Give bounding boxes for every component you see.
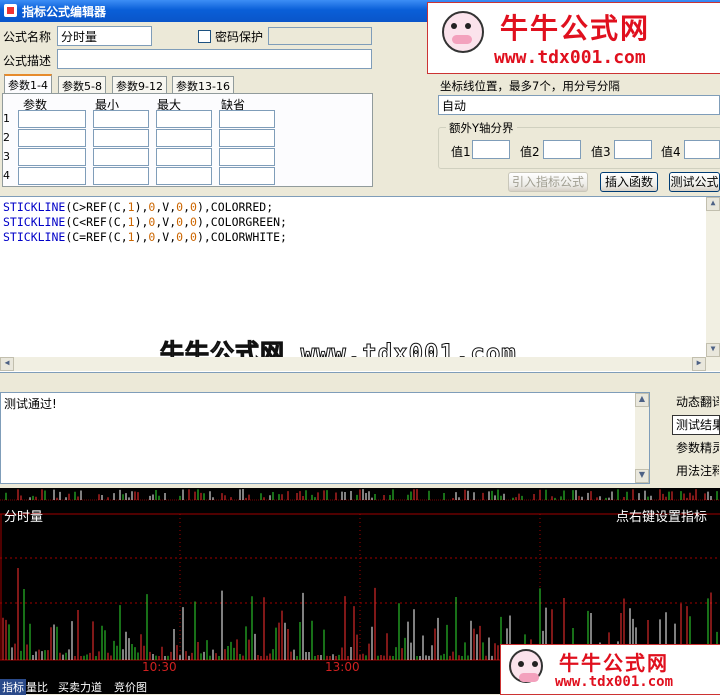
tab-volume-ratio[interactable]: 量比 [26, 679, 48, 695]
axis-value-3-input[interactable] [614, 140, 652, 159]
insert-function-button[interactable]: 插入函数 [600, 172, 658, 192]
param-row-label: 2 [3, 131, 10, 144]
axis-value-2-input[interactable] [543, 140, 581, 159]
scroll-right-icon[interactable]: ▶ [692, 357, 706, 371]
params-panel: 参数 最小 最大 缺省 1 2 3 4 [2, 93, 373, 187]
code-line: STICKLINE(C=REF(C,1),0,V,0,0),COLORWHITE… [3, 230, 287, 244]
logo-url-text: www.tdx001.com [494, 47, 646, 68]
scroll-left-icon[interactable]: ◀ [0, 357, 14, 371]
axis-position-label: 坐标线位置，最多7个，用分号分隔 [440, 79, 620, 93]
param-2-max-input[interactable] [156, 129, 212, 147]
test-output-text: 测试通过! [4, 397, 57, 411]
param-3-min-input[interactable] [93, 148, 149, 166]
param-row-label: 1 [3, 112, 10, 125]
dynamic-translate-button[interactable]: 动态翻译 [672, 392, 720, 412]
param-4-name-input[interactable] [18, 167, 86, 185]
test-formula-button[interactable]: 测试公式 [669, 172, 720, 192]
param-3-max-input[interactable] [156, 148, 212, 166]
param-row-label: 4 [3, 169, 10, 182]
brand-logo-top: 牛牛公式网 www.tdx001.com [427, 2, 720, 74]
param-4-default-input[interactable] [219, 167, 275, 185]
editor-vertical-scrollbar[interactable]: ▲ ▼ [706, 197, 720, 357]
param-4-min-input[interactable] [93, 167, 149, 185]
formula-name-label: 公式名称 [3, 30, 52, 44]
param-4-max-input[interactable] [156, 167, 212, 185]
param-wizard-button[interactable]: 参数精灵 [672, 438, 720, 458]
code-editor[interactable]: STICKLINE(C>REF(C,1),0,V,0,0),COLORRED; … [0, 196, 720, 373]
cow-logo-icon [442, 11, 484, 53]
chart-hint: 点右键设置指标 [616, 510, 708, 525]
param-1-min-input[interactable] [93, 110, 149, 128]
axis-value-2-label: 值2 [520, 145, 540, 159]
tab-params-13-16[interactable]: 参数13-16 [172, 76, 234, 94]
param-1-default-input[interactable] [219, 110, 275, 128]
editor-horizontal-scrollbar[interactable]: ◀ ▶ [0, 357, 720, 371]
logo-brand-text: 牛牛公式网 [500, 12, 651, 45]
scroll-down-icon[interactable]: ▼ [635, 469, 649, 483]
tab-params-9-12[interactable]: 参数9-12 [112, 76, 167, 94]
code-line: STICKLINE(C<REF(C,1),0,V,0,0),COLORGREEN… [3, 215, 287, 229]
window-title: 指标公式编辑器 [22, 5, 107, 19]
output-vertical-scrollbar[interactable]: ▲ ▼ [635, 393, 649, 483]
axis-value-1-input[interactable] [472, 140, 510, 159]
time-label-1300: 13:00 [325, 660, 360, 674]
test-output-area[interactable]: 测试通过! ▲ ▼ [0, 392, 650, 484]
axis-value-3-label: 值3 [591, 145, 611, 159]
param-2-min-input[interactable] [93, 129, 149, 147]
password-checkbox[interactable] [198, 30, 211, 43]
param-3-name-input[interactable] [18, 148, 86, 166]
formula-desc-input[interactable] [57, 49, 372, 69]
extra-y-axis-label: 额外Y轴分界 [446, 120, 517, 136]
tab-params-1-4[interactable]: 参数1-4 [4, 74, 52, 94]
tab-buy-sell-force[interactable]: 买卖力道 [58, 679, 102, 695]
import-formula-button[interactable]: 引入指标公式 [508, 172, 588, 192]
axis-value-1-label: 值1 [451, 145, 471, 159]
param-2-default-input[interactable] [219, 129, 275, 147]
scroll-up-icon[interactable]: ▲ [635, 393, 649, 407]
formula-name-input[interactable]: 分时量 [57, 26, 152, 46]
tab-auction-chart[interactable]: 竞价图 [114, 679, 147, 695]
scroll-up-icon[interactable]: ▲ [706, 197, 720, 211]
axis-position-input[interactable]: 自动 [438, 95, 720, 115]
axis-value-4-label: 值4 [661, 145, 681, 159]
param-row-label: 3 [3, 150, 10, 163]
param-3-default-input[interactable] [219, 148, 275, 166]
scroll-down-icon[interactable]: ▼ [706, 343, 720, 357]
axis-value-4-input[interactable] [684, 140, 720, 159]
logo-url-text: www.tdx001.com [555, 674, 674, 690]
logo-brand-text: 牛牛公式网 [559, 651, 669, 675]
brand-logo-bottom: 牛牛公式网 www.tdx001.com [500, 644, 720, 695]
param-1-max-input[interactable] [156, 110, 212, 128]
tab-params-5-8[interactable]: 参数5-8 [58, 76, 106, 94]
param-1-name-input[interactable] [18, 110, 86, 128]
cow-logo-icon [509, 649, 543, 683]
param-2-name-input[interactable] [18, 129, 86, 147]
code-line: STICKLINE(C>REF(C,1),0,V,0,0),COLORRED; [3, 200, 274, 214]
tab-indicator[interactable]: 指标 [0, 679, 26, 695]
password-input [268, 27, 372, 45]
password-label: 密码保护 [215, 30, 264, 44]
window-icon [4, 4, 17, 17]
usage-notes-button[interactable]: 用法注释 [672, 461, 720, 481]
test-result-button[interactable]: 测试结果 [672, 415, 720, 435]
time-label-1030: 10:30 [142, 660, 177, 674]
formula-desc-label: 公式描述 [3, 54, 52, 68]
chart-title: 分时量 [4, 510, 44, 525]
